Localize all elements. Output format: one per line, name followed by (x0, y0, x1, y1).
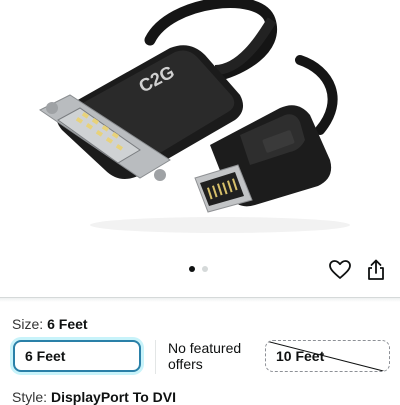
share-button[interactable] (364, 258, 388, 282)
size-label: Size: 6 Feet (12, 316, 88, 332)
carousel-dots (189, 266, 208, 272)
size-option-6-feet[interactable]: 6 Feet (13, 340, 141, 372)
wishlist-button[interactable] (328, 258, 352, 282)
carousel-dot[interactable] (202, 266, 208, 272)
share-icon (368, 259, 384, 280)
cable-illustration: C2G (39, 0, 350, 233)
carousel-dot-active[interactable] (189, 266, 195, 272)
no-offers-line2: offers (168, 356, 203, 372)
option-separator (155, 340, 156, 374)
no-featured-offers-text: No featured offers (168, 340, 241, 372)
heart-icon (329, 260, 351, 279)
size-selected-value: 6 Feet (47, 316, 88, 332)
size-option-label: 10 Feet (276, 348, 325, 364)
size-option-label: 6 Feet (25, 348, 66, 364)
style-value: DisplayPort To DVI (51, 389, 176, 405)
style-label: Style: DisplayPort To DVI (12, 389, 176, 405)
product-image[interactable]: C2G (0, 0, 400, 250)
size-label-key: Size: (12, 316, 44, 332)
style-label-key: Style: (12, 389, 48, 405)
no-offers-line1: No featured (168, 340, 242, 356)
size-option-10-feet[interactable]: 10 Feet (265, 340, 390, 372)
